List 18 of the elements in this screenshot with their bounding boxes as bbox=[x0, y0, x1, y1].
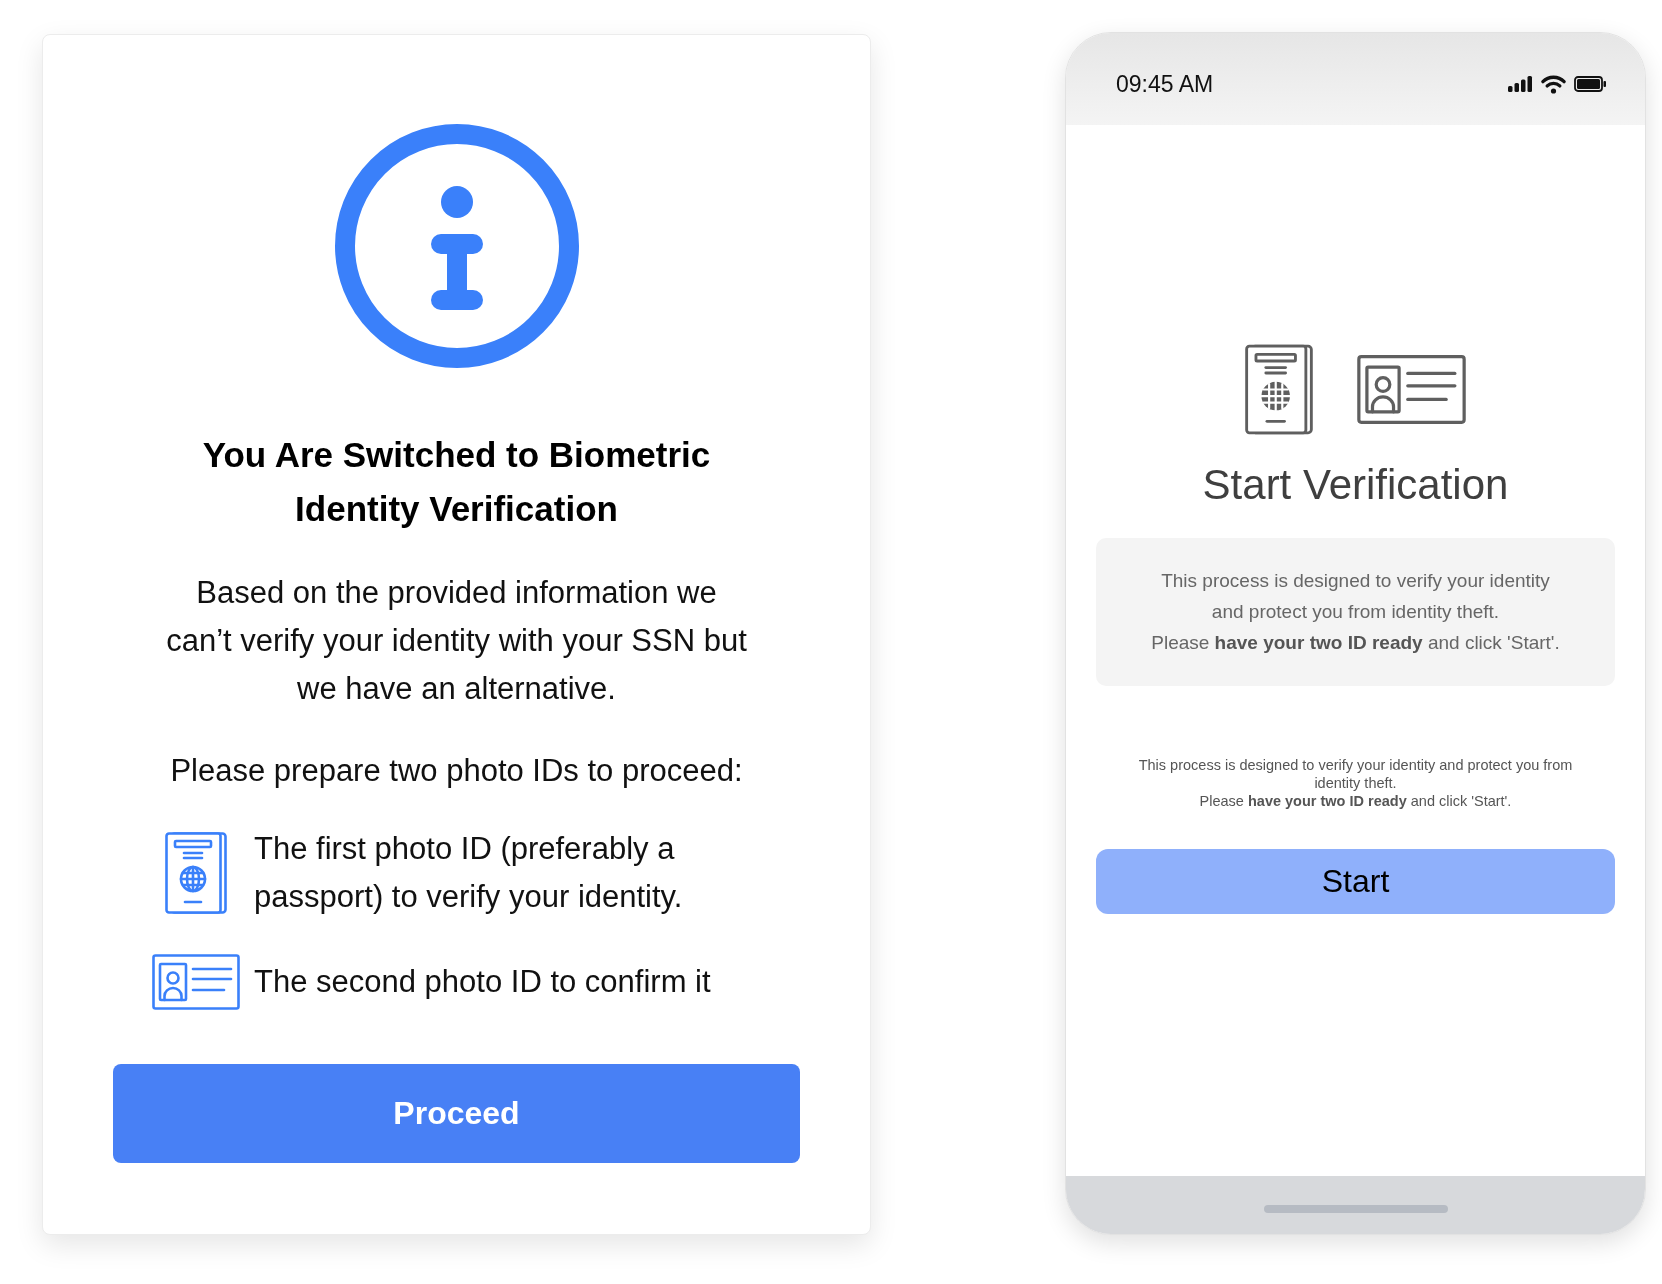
message-text: Based on the provided information we can’t verify your identity with your SSN but we have an alternative. bbox=[165, 574, 748, 708]
screen-title: Start Verification bbox=[1202, 460, 1509, 510]
info-text: This process is designed to verify your identity and protect you from identity theft. Please have your two ID ready and click 'Start'. bbox=[1150, 569, 1561, 655]
signal-icon bbox=[1508, 76, 1533, 92]
id-requirement-text: The first photo ID (preferably a passport) to verify your identity. bbox=[254, 830, 684, 916]
proceed-button[interactable]: Proceed bbox=[113, 1064, 800, 1163]
passport-icon bbox=[165, 832, 227, 914]
instruction-text: Please prepare two photo IDs to proceed: bbox=[170, 752, 743, 790]
id-requirement-text: The second photo ID to confirm it bbox=[254, 963, 712, 1001]
passport-icon bbox=[1245, 344, 1313, 435]
dialog-title: You Are Switched to Biometric Identity Verification bbox=[201, 434, 712, 530]
info-icon bbox=[334, 124, 579, 368]
note-text: This process is designed to verify your identity and protect you from identity theft. Please have your two ID ready and click 'Start'. bbox=[1137, 756, 1574, 810]
start-button[interactable]: Start bbox=[1096, 849, 1615, 914]
id-card-icon bbox=[152, 954, 240, 1010]
battery-icon bbox=[1574, 76, 1607, 92]
status-time: 09:45 AM bbox=[1116, 70, 1214, 98]
wifi-icon bbox=[1540, 74, 1567, 94]
